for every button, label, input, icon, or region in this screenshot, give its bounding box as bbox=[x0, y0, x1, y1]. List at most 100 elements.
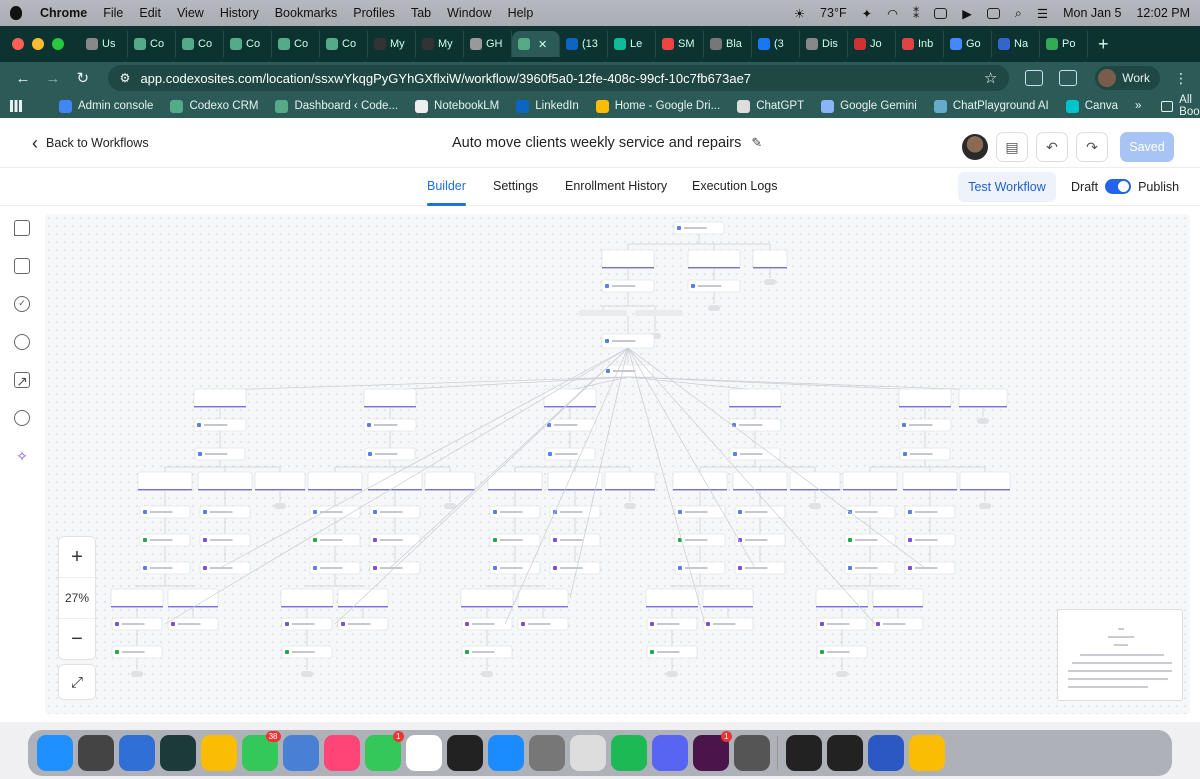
dock-app-icon[interactable]: 1 bbox=[364, 731, 404, 771]
tab-execution-logs[interactable]: Execution Logs bbox=[692, 179, 777, 193]
minimize-window-button[interactable] bbox=[32, 38, 44, 50]
menu-help[interactable]: Help bbox=[508, 6, 534, 20]
reload-icon[interactable]: ↻ bbox=[72, 69, 94, 87]
bookmark-item[interactable]: Codexo CRM bbox=[170, 99, 258, 113]
bookmark-item[interactable]: Admin console bbox=[59, 99, 153, 113]
forward-arrow-icon[interactable]: → bbox=[42, 70, 64, 87]
history-clock-icon[interactable] bbox=[14, 410, 30, 426]
bookmark-item[interactable]: LinkedIn bbox=[516, 99, 579, 113]
browser-tab[interactable]: Bla bbox=[704, 31, 752, 57]
user-avatar[interactable] bbox=[962, 134, 988, 160]
battery-icon[interactable] bbox=[986, 7, 1000, 19]
workflow-title[interactable]: Auto move clients weekly service and rep… bbox=[452, 135, 762, 151]
all-bookmarks-button[interactable]: All Bookmarks bbox=[1161, 94, 1200, 118]
dock-app-icon[interactable] bbox=[528, 735, 565, 771]
bookmark-item[interactable]: ChatGPT bbox=[737, 99, 804, 113]
document-icon[interactable] bbox=[14, 258, 30, 274]
close-tab-icon[interactable]: ✕ bbox=[538, 38, 547, 51]
dock-app-icon[interactable] bbox=[610, 735, 647, 771]
back-arrow-icon[interactable]: ← bbox=[12, 70, 34, 87]
zoom-window-button[interactable] bbox=[52, 38, 64, 50]
dock-app-icon[interactable]: 1 bbox=[692, 731, 732, 771]
fit-view-button[interactable]: ⤢ bbox=[58, 664, 96, 700]
chrome-menu-icon[interactable]: ⋮ bbox=[1174, 70, 1188, 87]
tab-enrollment-history[interactable]: Enrollment History bbox=[565, 179, 667, 193]
bookmark-item[interactable]: Google Gemini bbox=[821, 99, 917, 113]
address-url[interactable]: app.codexosites.com/location/ssxwYkqgPyG… bbox=[140, 71, 751, 86]
dock-app-icon[interactable] bbox=[867, 735, 904, 771]
bookmark-item[interactable]: ChatPlayground AI bbox=[933, 99, 1049, 113]
notes-icon[interactable]: ▤ bbox=[996, 132, 1028, 162]
menu-profiles[interactable]: Profiles bbox=[353, 6, 395, 20]
display-icon[interactable] bbox=[934, 7, 948, 19]
browser-tab[interactable]: (13 bbox=[560, 31, 608, 57]
browser-tab[interactable]: My bbox=[416, 31, 464, 57]
menubar-time[interactable]: 12:02 PM bbox=[1136, 6, 1190, 20]
menu-edit[interactable]: Edit bbox=[139, 6, 161, 20]
browser-tab[interactable]: Us bbox=[80, 31, 128, 57]
browser-tab[interactable]: Co bbox=[320, 31, 368, 57]
back-to-workflows-link[interactable]: ‹ Back to Workflows bbox=[32, 134, 149, 152]
menu-tab[interactable]: Tab bbox=[411, 6, 431, 20]
browser-tab[interactable]: Co bbox=[272, 31, 320, 57]
dock-app-icon[interactable] bbox=[323, 735, 360, 771]
browser-tab[interactable]: Dis bbox=[800, 31, 848, 57]
saved-button[interactable]: Saved bbox=[1120, 132, 1174, 162]
pie-chart-icon[interactable] bbox=[14, 334, 30, 350]
sparkle-icon[interactable]: ✦ bbox=[862, 6, 872, 21]
browser-tab[interactable]: SM bbox=[656, 31, 704, 57]
menu-window[interactable]: Window bbox=[447, 6, 491, 20]
bookmark-item[interactable]: Dashboard ‹ Code... bbox=[275, 99, 398, 113]
browser-tab[interactable]: Co bbox=[224, 31, 272, 57]
browser-tab[interactable]: ✕ bbox=[512, 31, 560, 57]
ai-sparkle-icon[interactable]: ✧ bbox=[14, 448, 30, 464]
bookmark-item[interactable]: Home - Google Dri... bbox=[595, 99, 720, 113]
dock-app-icon[interactable] bbox=[405, 735, 442, 771]
tab-settings[interactable]: Settings bbox=[493, 179, 538, 193]
menu-view[interactable]: View bbox=[177, 6, 204, 20]
spotlight-search-icon[interactable]: ⌕ bbox=[1015, 6, 1022, 21]
menu-bookmarks[interactable]: Bookmarks bbox=[275, 6, 338, 20]
zoom-out-button[interactable]: − bbox=[59, 619, 95, 660]
profile-button[interactable]: Work bbox=[1095, 66, 1160, 90]
dock-app-icon[interactable] bbox=[282, 735, 319, 771]
new-tab-button[interactable]: + bbox=[1098, 34, 1109, 55]
browser-tab[interactable]: Co bbox=[176, 31, 224, 57]
browser-tab[interactable]: GH bbox=[464, 31, 512, 57]
bookmark-item[interactable]: NotebookLM bbox=[415, 99, 499, 113]
test-workflow-button[interactable]: Test Workflow bbox=[958, 172, 1056, 202]
pencil-edit-icon[interactable]: ✎ bbox=[751, 135, 762, 151]
zoom-in-button[interactable]: + bbox=[59, 537, 95, 578]
dock-app-icon[interactable] bbox=[908, 735, 945, 771]
undo-icon[interactable]: ↶ bbox=[1036, 132, 1068, 162]
browser-tab[interactable]: My bbox=[368, 31, 416, 57]
dock-app-icon[interactable] bbox=[36, 735, 73, 771]
browser-tab[interactable]: Inb bbox=[896, 31, 944, 57]
tab-search-icon[interactable] bbox=[1059, 70, 1078, 86]
menu-app-name[interactable]: Chrome bbox=[40, 6, 87, 20]
redo-icon[interactable]: ↷ bbox=[1076, 132, 1108, 162]
address-bar[interactable]: ⚙ app.codexosites.com/location/ssxwYkqgP… bbox=[107, 65, 1010, 91]
external-link-icon[interactable]: ↗ bbox=[14, 372, 30, 389]
site-info-icon[interactable]: ⚙ bbox=[120, 71, 131, 85]
bookmark-star-icon[interactable]: ☆ bbox=[984, 69, 997, 87]
wifi-icon[interactable]: ◠ bbox=[887, 6, 898, 21]
comment-icon[interactable] bbox=[14, 220, 30, 236]
browser-tab[interactable]: Go bbox=[944, 31, 992, 57]
browser-tab[interactable]: Na bbox=[992, 31, 1040, 57]
dock-app-icon[interactable] bbox=[733, 735, 770, 771]
dock-app-icon[interactable] bbox=[785, 735, 822, 771]
browser-tab[interactable]: (3 bbox=[752, 31, 800, 57]
menu-history[interactable]: History bbox=[220, 6, 259, 20]
dock-app-icon[interactable] bbox=[569, 735, 606, 771]
canvas-minimap[interactable] bbox=[1057, 609, 1183, 701]
dock-app-icon[interactable] bbox=[487, 735, 524, 771]
dock-app-icon[interactable] bbox=[651, 735, 688, 771]
browser-tab[interactable]: Co bbox=[128, 31, 176, 57]
bookmark-item[interactable]: Canva bbox=[1065, 99, 1118, 113]
browser-tab[interactable]: Po bbox=[1040, 31, 1088, 57]
menu-file[interactable]: File bbox=[103, 6, 123, 20]
dock-app-icon[interactable] bbox=[446, 735, 483, 771]
workflow-canvas[interactable] bbox=[45, 214, 1190, 714]
close-window-button[interactable] bbox=[12, 38, 24, 50]
